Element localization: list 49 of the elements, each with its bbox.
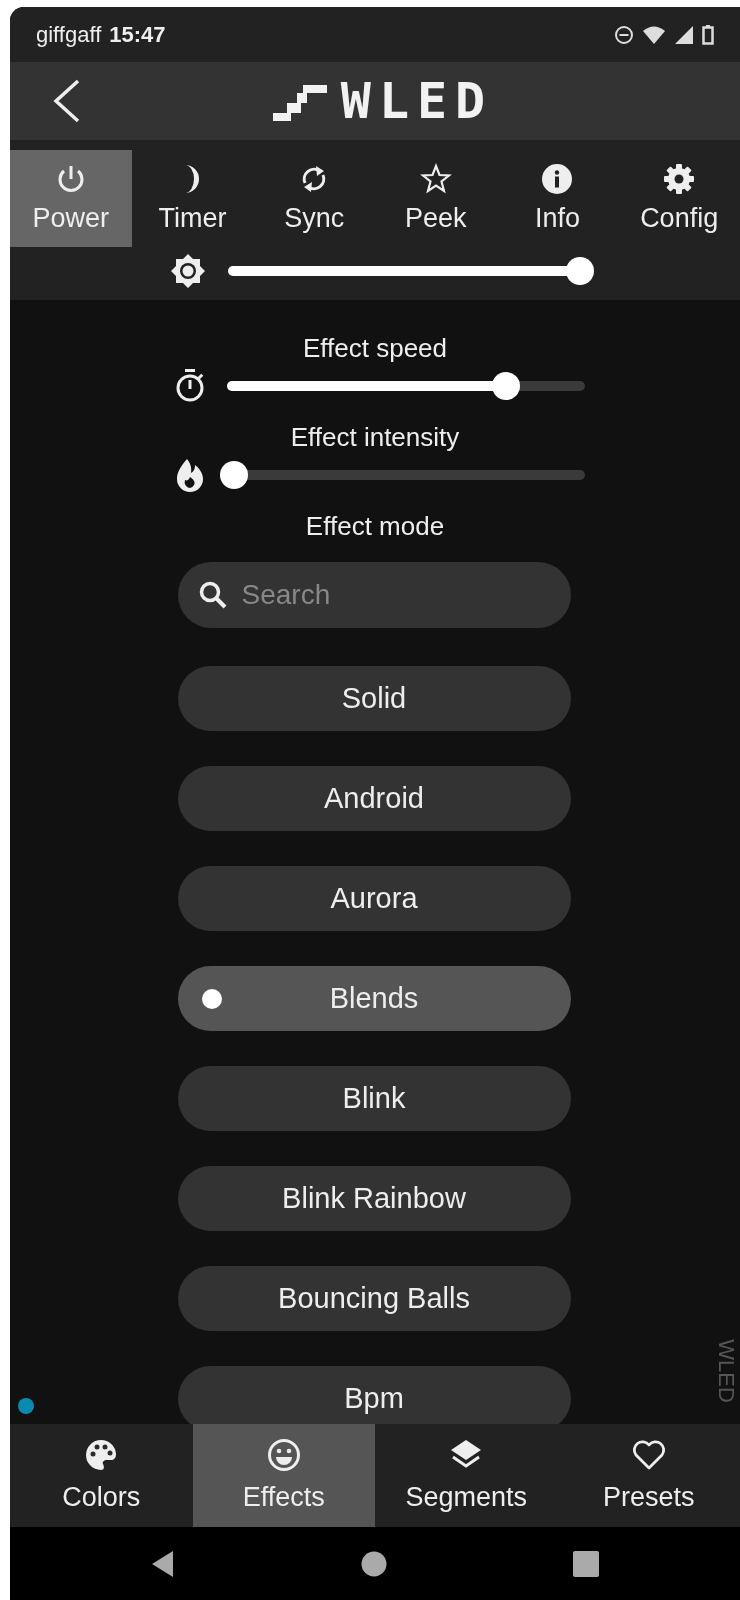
search-field[interactable]: Search — [177, 562, 571, 628]
back-icon[interactable] — [52, 79, 82, 123]
info-icon — [541, 163, 574, 195]
nav-tab[interactable]: Presets — [557, 1424, 740, 1527]
back-triangle-icon[interactable] — [151, 1549, 175, 1578]
nav-tab[interactable]: Sync — [253, 150, 375, 247]
effect-item[interactable]: Blends — [177, 966, 571, 1031]
side-label: WLED — [713, 1339, 740, 1403]
flame-icon — [175, 458, 205, 492]
signal-icon — [674, 24, 694, 45]
effect-item[interactable]: Aurora — [177, 866, 571, 931]
nav-tab[interactable]: Timer — [131, 150, 254, 247]
slider-label: Effect speed — [302, 332, 448, 365]
slider-thumb[interactable] — [492, 372, 521, 400]
do-not-disturb-icon — [614, 24, 634, 45]
battery-icon — [702, 24, 714, 45]
clock-time: 15:47 — [109, 21, 166, 48]
search-icon — [197, 580, 228, 610]
logo-text: WLED — [340, 72, 494, 130]
palette-icon — [84, 1438, 119, 1472]
section-label: Effect mode — [305, 510, 445, 543]
nav-tab[interactable]: Peek — [375, 150, 497, 247]
effect-item[interactable]: Blink — [177, 1066, 571, 1131]
carrier-name: giffgaff — [36, 21, 102, 48]
slider-thumb[interactable] — [220, 461, 249, 489]
selected-dot — [201, 989, 222, 1009]
effect-item[interactable]: Bpm — [177, 1366, 571, 1424]
effect-item[interactable]: Blink Rainbow — [177, 1166, 571, 1231]
recents-square-icon[interactable] — [573, 1550, 599, 1577]
effect-item[interactable]: Android — [177, 766, 571, 831]
effect-item[interactable]: Bouncing Balls — [177, 1266, 571, 1331]
home-circle-icon[interactable] — [361, 1550, 387, 1577]
star-icon — [419, 163, 452, 195]
heart-icon — [631, 1438, 666, 1472]
nav-tab[interactable]: Colors — [10, 1424, 193, 1527]
nav-tab[interactable]: Power — [10, 150, 132, 247]
status-dot — [18, 1398, 34, 1414]
nav-tab[interactable]: Segments — [375, 1424, 558, 1527]
brightness-icon — [170, 253, 206, 289]
slider-label: Effect intensity — [290, 421, 460, 454]
settings-icon — [663, 163, 696, 195]
wifi-icon — [642, 24, 666, 45]
smiley-icon — [266, 1438, 301, 1472]
slider-thumb[interactable] — [566, 257, 594, 285]
nav-tab[interactable]: Info — [496, 150, 619, 247]
nav-tab[interactable]: Effects — [192, 1424, 375, 1527]
nav-tab[interactable]: Config — [618, 150, 740, 247]
stopwatch-icon — [175, 369, 205, 403]
effect-item[interactable]: Solid — [177, 666, 571, 731]
